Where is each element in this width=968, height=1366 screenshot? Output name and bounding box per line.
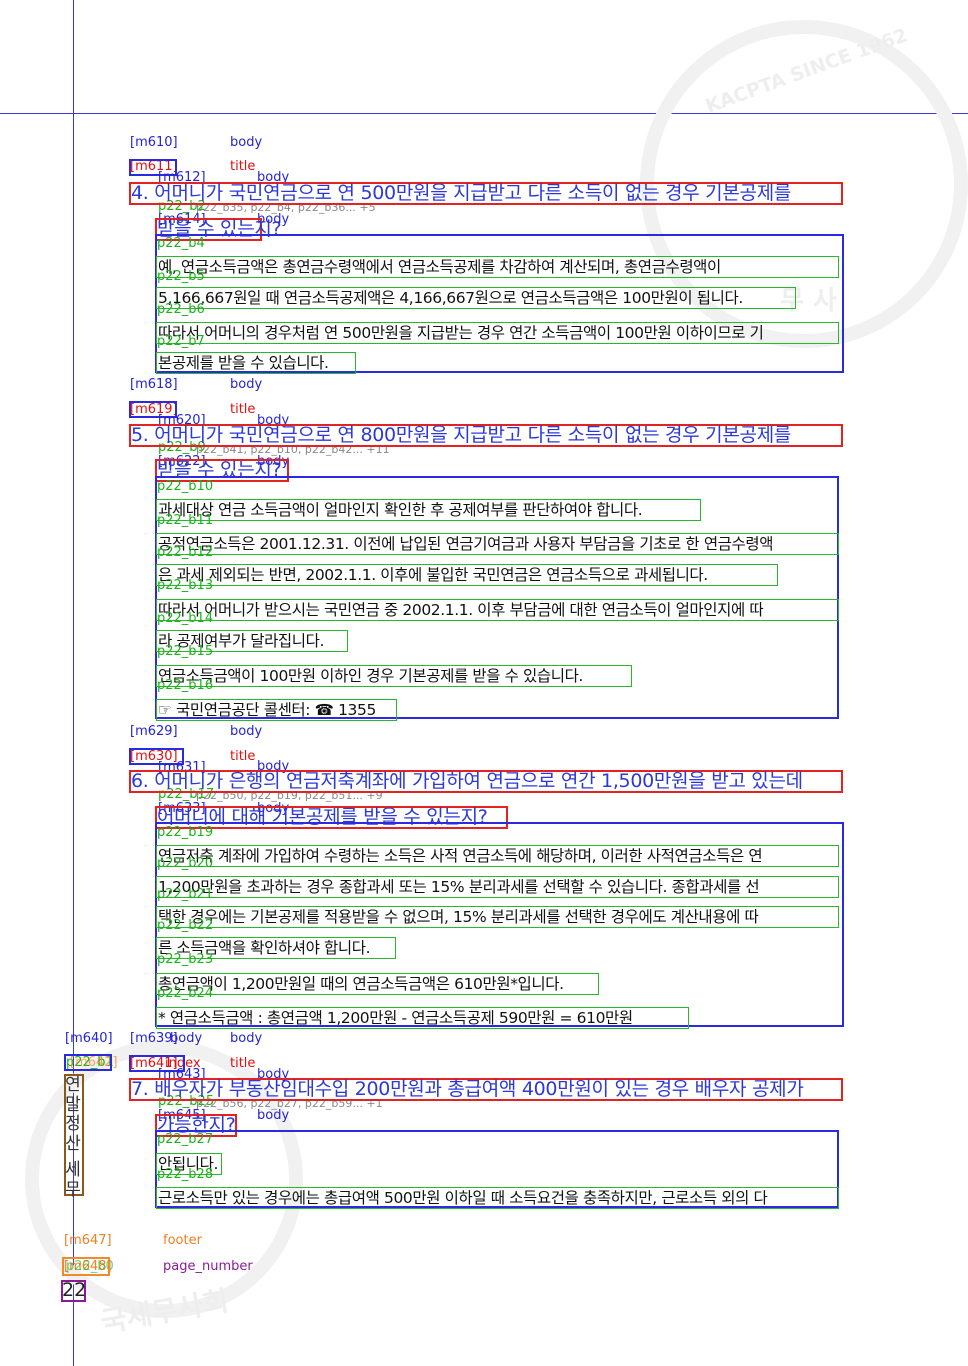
paragraph-text: 근로소득만 있는 경우에는 총급여액 500만원 이하일 때 소득요건을 충족하… (158, 1189, 768, 1207)
paragraph-id: p22_b16 (157, 678, 214, 693)
paragraph-id: p22_b10 (157, 479, 214, 494)
paragraph-id: p22_b20 (157, 856, 214, 871)
sidebar-container-label: body (170, 1031, 203, 1046)
paragraph-text: 본공제를 받을 수 있습니다. (158, 354, 329, 372)
paragraph-id: p22_b28 (157, 1167, 214, 1182)
paragraph-id: p22_b21 (157, 887, 214, 902)
container-label: body (230, 724, 263, 739)
paragraph-text: 1,200만원을 초과하는 경우 종합과세 또는 15% 분리과세를 선택할 수… (158, 878, 760, 896)
paragraph-id: p22_b13 (157, 578, 214, 593)
sidebar-char: 말 (65, 1094, 81, 1115)
title-label: title (230, 1056, 256, 1071)
paragraph-text: 총연금액이 1,200만원일 때의 연금소득금액은 610만원*입니다. (158, 975, 564, 993)
title-label: title (230, 749, 256, 764)
paragraph-id: p22_b5 (157, 269, 205, 284)
paragraph-id: p22_b19 (157, 825, 214, 840)
sidebar-char: 산 (65, 1133, 81, 1154)
sidebar-id-box (64, 1054, 112, 1071)
section-title-line-1: 4. 어머니가 국민연금으로 연 500만원을 지급받고 다른 소득이 없는 경… (131, 182, 792, 204)
paragraph-text: 과세대상 연금 소득금액이 얼마인지 확인한 후 공제여부를 판단하여야 합니다… (158, 501, 643, 519)
container-id: [m610] (130, 135, 178, 150)
footer-label: footer (163, 1233, 202, 1248)
paragraph-text: 연금소득금액이 100만원 이하인 경우 기본공제를 받을 수 있습니다. (158, 667, 583, 685)
page-number-id-box (62, 1257, 110, 1276)
body-region-label: body (257, 1108, 290, 1123)
title-label: title (230, 402, 256, 417)
sidebar-char: 정 (65, 1114, 81, 1134)
paragraph-id: p22_b7 (157, 334, 205, 349)
sidebar-vertical-text: 연 말 정 산 세 무 (64, 1075, 82, 1200)
container-id: [m629] (130, 724, 178, 739)
container-label: body (230, 1031, 263, 1046)
paragraph-id: p22_b22 (157, 918, 214, 933)
container-id: [m618] (130, 377, 178, 392)
paragraph-id: p22_b11 (157, 513, 214, 528)
paragraph-id: p22_b12 (157, 545, 214, 560)
paragraph-id: p22_b14 (157, 611, 214, 626)
paragraph-id: p22_b27 (157, 1132, 214, 1147)
paragraph-id: p22_b4 (157, 236, 205, 251)
paragraph-text: 5,166,667원일 때 연금소득공제액은 4,166,667원으로 연금소득… (158, 289, 743, 307)
paragraph-id: p22_b6 (157, 302, 205, 317)
paragraph-id: p22_b24 (157, 986, 214, 1001)
page-number-label: page_number (163, 1259, 253, 1274)
paragraph-text: ☞ 국민연금공단 콜센터: ☎ 1355 (158, 701, 376, 719)
paragraph-text: 공적연금소득은 2001.12.31. 이전에 납입된 연금기여금과 사용자 부… (158, 535, 774, 553)
section-title-line-1: 5. 어머니가 국민연금으로 연 800만원을 지급받고 다른 소득이 없는 경… (131, 424, 792, 446)
sidebar-container-id: [m640] (65, 1031, 113, 1046)
paragraph-text: * 연금소득금액 : 총연금액 1,200만원 - 연금소득공제 590만원 =… (158, 1009, 633, 1027)
section-title-line-1: 7. 배우자가 부동산임대수입 200만원과 총급여액 400만원이 있는 경우… (131, 1078, 804, 1100)
paragraph-text: 따라서 어머니의 경우처럼 연 500만원을 지급받는 경우 연간 소득금액이 … (158, 324, 764, 342)
paragraph-text: 은 과세 제외되는 반면, 2002.1.1. 이후에 불입한 국민연금은 연금… (158, 566, 708, 584)
page-number: 22 (62, 1279, 87, 1301)
paragraph-text: 예, 연금소득금액은 총연금수령액에서 연금소득공제를 차감하여 계산되며, 총… (158, 258, 721, 276)
container-label: body (230, 135, 263, 150)
footer-id: [m647] (64, 1233, 112, 1248)
sidebar-char: 무 (65, 1179, 81, 1200)
paragraph-id: p22_b15 (157, 644, 214, 659)
container-label: body (230, 377, 263, 392)
paragraph-id: p22_b23 (157, 952, 214, 967)
paragraph-text: 연금저축 계좌에 가입하여 수령하는 소득은 사적 연금소득에 해당하며, 이러… (158, 847, 763, 865)
paragraph-text: 따라서 어머니가 받으시는 국민연금 중 2002.1.1. 이후 부담금에 대… (158, 601, 764, 619)
sidebar-char: 연 (65, 1075, 81, 1095)
title-label: title (230, 159, 256, 174)
section-title-line-1: 6. 어머니가 은행의 연금저축계좌에 가입하여 연금으로 연간 1,500만원… (131, 770, 803, 792)
sidebar-char: 세 (65, 1160, 81, 1180)
paragraph-text: 택한 경우에는 기본공제를 적용받을 수 없으며, 15% 분리과세를 선택한 … (158, 908, 759, 926)
